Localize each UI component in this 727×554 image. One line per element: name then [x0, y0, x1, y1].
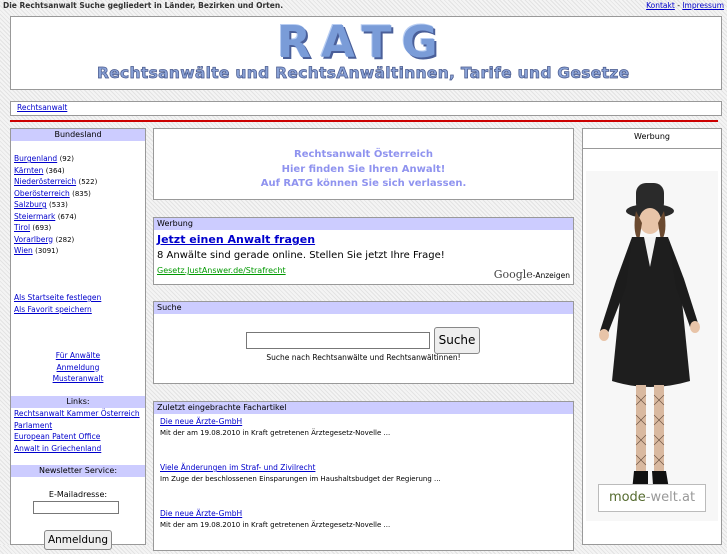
external-link[interactable]: Anwalt in Griechenland: [14, 444, 101, 453]
right-werbung-header: Werbung: [583, 129, 721, 149]
lawyer-links: Für Anwälte Anmeldung Musteranwalt: [11, 350, 145, 385]
article-summary: Mit der am 19.08.2010 in Kraft getretene…: [160, 521, 391, 529]
ad-title-link[interactable]: Jetzt einen Anwalt fragen: [157, 233, 315, 246]
state-count: (92): [59, 155, 74, 163]
bundesland-header: Bundesland: [11, 129, 145, 141]
article-summary: Mit der am 19.08.2010 in Kraft getretene…: [160, 429, 391, 437]
ad-header: Werbung: [154, 218, 573, 230]
fuer-anwaelte-link[interactable]: Für Anwälte: [56, 351, 100, 360]
anmeldung-link[interactable]: Anmeldung: [57, 363, 100, 372]
intro-heading: Rechtsanwalt Österreich: [294, 149, 433, 160]
search-header: Suche: [154, 302, 573, 314]
newsletter-submit-button[interactable]: Anmeldung: [44, 530, 112, 550]
startseite-link[interactable]: Als Startseite festlegen: [14, 293, 101, 302]
articles-header: Zuletzt eingebrachte Fachartikel: [154, 402, 573, 414]
state-link[interactable]: Niederösterreich: [14, 177, 76, 186]
ad-url-link[interactable]: Gesetz.JustAnswer.de/Strafrecht: [157, 266, 286, 275]
state-link[interactable]: Burgenland: [14, 154, 57, 163]
state-count: (282): [55, 235, 75, 244]
left-sidebar: Bundesland Burgenland (92) Kärnten (364)…: [10, 128, 146, 550]
article-item: Viele Änderungen im Straf- und Zivilrech…: [160, 462, 570, 508]
state-item: Wien (3091): [14, 245, 97, 257]
intro-line: Auf RATG können Sie sich verlassen.: [260, 178, 467, 189]
search-input[interactable]: [246, 332, 430, 349]
state-count: (533): [49, 201, 68, 209]
search-hint: Suche nach Rechtsanwälte und Rechtsanwäl…: [266, 353, 461, 362]
state-count: (364): [45, 166, 65, 175]
google-anzeigen-label: -Anzeigen: [532, 271, 570, 280]
state-link[interactable]: Kärnten: [14, 166, 43, 175]
impressum-link[interactable]: Impressum: [682, 1, 724, 10]
article-list: Die neue Ärzte-GmbH Mit der am 19.08.201…: [160, 416, 570, 554]
top-links: Kontakt - Impressum: [646, 1, 724, 10]
search-button[interactable]: Suche: [434, 327, 480, 354]
state-count: (835): [72, 189, 91, 198]
accent-divider: [10, 120, 718, 122]
state-count: (674): [57, 212, 77, 221]
external-link[interactable]: Rechtsanwalt Kammer Österreich: [14, 409, 140, 418]
google-ads-label[interactable]: Google-Anzeigen: [494, 268, 570, 281]
state-count: (522): [78, 178, 98, 186]
articles-box: Zuletzt eingebrachte Fachartikel Die neu…: [153, 401, 574, 551]
state-count: (3091): [35, 247, 59, 255]
external-link[interactable]: Parlament: [14, 421, 52, 430]
article-title-link[interactable]: Die neue Ärzte-GmbH: [160, 509, 242, 518]
state-item: Kärnten (364): [14, 165, 97, 177]
ad-box: Werbung Jetzt einen Anwalt fragen 8 Anwä…: [153, 217, 574, 285]
article-summary: Im Zuge der beschlossenen Einsparungen i…: [160, 475, 441, 483]
musteranwalt-link[interactable]: Musteranwalt: [53, 374, 104, 383]
banner-brand-logo: mode-welt.at: [598, 484, 706, 512]
breadcrumb-rechtsanwalt[interactable]: Rechtsanwalt: [17, 103, 67, 112]
banner-brand-a: mode: [608, 490, 646, 505]
article-item: Die neue Ärzte-GmbH Mit der am 19.08.201…: [160, 416, 570, 462]
state-list: Burgenland (92) Kärnten (364) Niederöste…: [14, 153, 97, 257]
favorit-link[interactable]: Als Favorit speichern: [14, 305, 92, 314]
state-item: Vorarlberg (282): [14, 234, 97, 246]
external-links: Rechtsanwalt Kammer Österreich Parlament…: [14, 408, 140, 454]
header-logo-box: RATG Rechtsanwälte und RechtsAnwältinnen…: [10, 16, 722, 90]
article-item: Die neue Ärzte-GmbH Mit der am 19.08.201…: [160, 508, 570, 554]
favorite-links: Als Startseite festlegen Als Favorit spe…: [14, 292, 101, 315]
state-link[interactable]: Tirol: [14, 223, 30, 232]
state-item: Niederösterreich (522): [14, 176, 97, 188]
site-subtitle: Rechtsanwälte und RechtsAnwältinnen, Tar…: [97, 64, 630, 83]
state-item: Tirol (693): [14, 222, 97, 234]
state-link[interactable]: Vorarlberg: [14, 235, 53, 244]
article-title-link[interactable]: Viele Änderungen im Straf- und Zivilrech…: [160, 463, 315, 472]
site-logo[interactable]: RATG: [277, 19, 448, 67]
newsletter-header: Newsletter Service:: [11, 465, 145, 477]
state-item: Salzburg (533): [14, 199, 97, 211]
state-item: Oberösterreich (835): [14, 188, 97, 200]
right-ad-column: Werbung mode-welt.at: [582, 128, 722, 545]
state-link[interactable]: Oberösterreich: [14, 189, 70, 198]
banner-brand-b: -welt.at: [645, 490, 696, 505]
fashion-banner-ad[interactable]: mode-welt.at: [586, 171, 718, 521]
breadcrumb: Rechtsanwalt: [10, 101, 722, 116]
fashion-model-image: [599, 183, 700, 499]
search-box: Suche Suche Suche nach Rechtsanwälte und…: [153, 301, 574, 384]
state-item: Steiermark (674): [14, 211, 97, 223]
state-link[interactable]: Wien: [14, 246, 33, 255]
email-label: E-Mailadresse:: [48, 490, 108, 499]
external-link[interactable]: European Patent Office: [14, 432, 100, 441]
intro-line: Hier finden Sie Ihren Anwalt!: [281, 163, 446, 175]
state-item: Burgenland (92): [14, 153, 97, 165]
kontakt-link[interactable]: Kontakt: [646, 1, 675, 10]
state-link[interactable]: Steiermark: [14, 212, 55, 221]
google-logo: Google: [493, 268, 533, 281]
ad-text: 8 Anwälte sind gerade online. Stellen Si…: [157, 250, 445, 261]
intro-box: Rechtsanwalt Österreich Hier finden Sie …: [153, 128, 574, 200]
tagline: Die Rechtsanwalt Suche gegliedert in Län…: [3, 1, 284, 10]
article-title-link[interactable]: Die neue Ärzte-GmbH: [160, 417, 242, 426]
state-link[interactable]: Salzburg: [14, 200, 47, 209]
state-count: (693): [32, 224, 52, 232]
newsletter-email-input[interactable]: [33, 501, 119, 514]
links-header: Links:: [11, 396, 145, 408]
